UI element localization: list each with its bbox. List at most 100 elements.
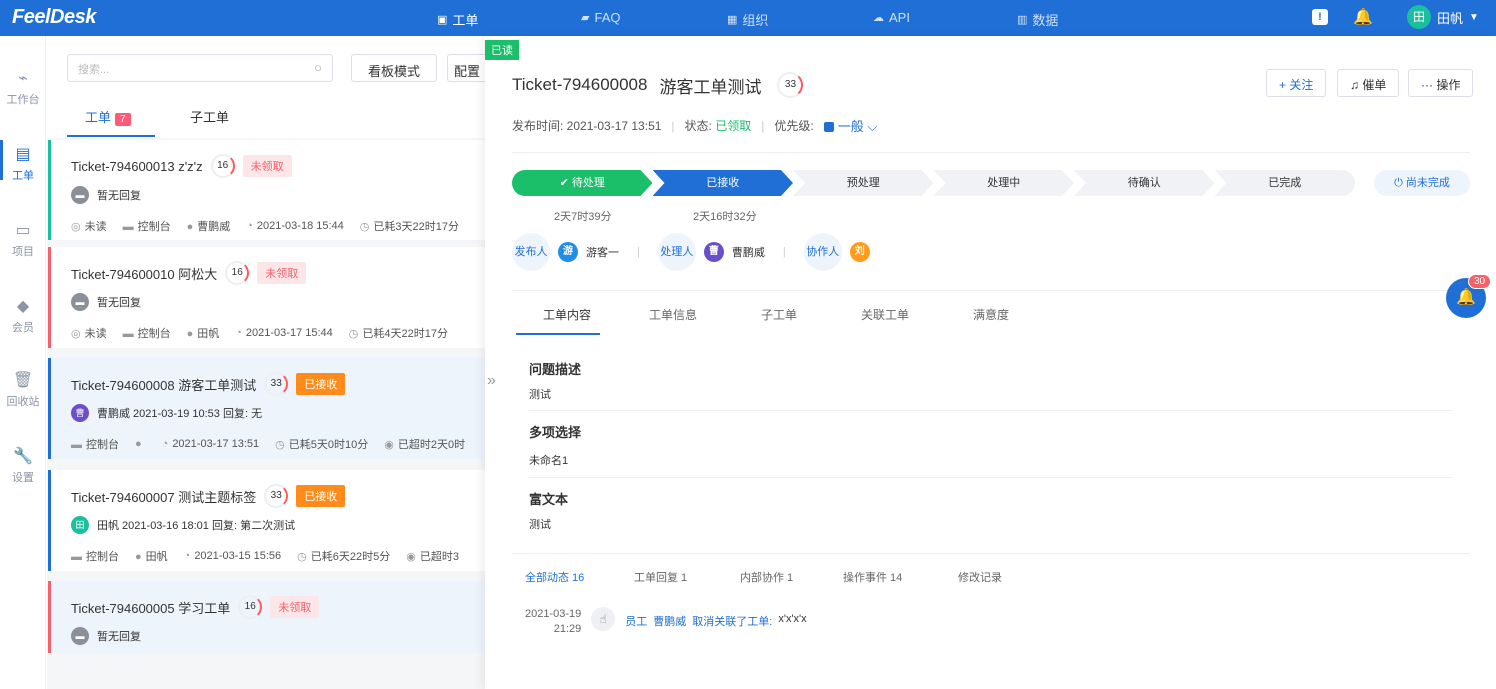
user-icon: ● bbox=[135, 551, 142, 563]
tab-tickets[interactable]: 工单 7 bbox=[85, 107, 131, 126]
diamond-icon: ◆ bbox=[16, 298, 30, 315]
user-icon: ● bbox=[135, 438, 142, 450]
hand-icon: ☝ bbox=[591, 607, 616, 631]
notification-count-badge: 30 bbox=[1468, 274, 1492, 289]
operations-button[interactable]: ··· 操作 bbox=[1408, 69, 1474, 97]
section-title: 多项选择 bbox=[529, 425, 582, 440]
section-title: 富文本 bbox=[529, 492, 569, 507]
ticket-icon: ▤ bbox=[15, 146, 31, 163]
score-ring: 16 bbox=[238, 595, 263, 619]
ticket-card[interactable]: Ticket-794600007 测试主题标签 33 已接收 田田帆 2021-03… bbox=[48, 470, 487, 571]
tab-info[interactable]: 工单信息 bbox=[649, 306, 697, 323]
tab-related[interactable]: 关联工单 bbox=[861, 306, 909, 323]
timer-icon: ◷ bbox=[359, 221, 370, 233]
tab-events[interactable]: 操作事件 14 bbox=[843, 569, 902, 585]
section-value: 测试 bbox=[529, 389, 551, 401]
api-icon: ☁ bbox=[873, 12, 884, 24]
sidebar-item-dashboard[interactable]: ⌁ 工作台 bbox=[0, 68, 46, 107]
unfinished-button[interactable]: ⏻ 尚未完成 bbox=[1374, 170, 1470, 196]
ticket-list-pane: 搜索... ○ 看板模式 配置 工单 7 子工单 Ticket-794600013 … bbox=[47, 36, 487, 689]
sidebar-item-members[interactable]: ◆ 会员 bbox=[0, 296, 46, 335]
ticket-card[interactable]: Ticket-794600010 阿松大 16 未领取 ▬ 暂无回复 ◎ 未读 ▬ 控制台… bbox=[48, 247, 487, 348]
sidebar-item-tickets[interactable]: ▤ 工单 bbox=[0, 140, 46, 183]
card-meta: ◎ 未读 ▬ 控制台 ● 田帆 ◔ 2021-03-17 15:44 ◷ 已耗4天22时1… bbox=[71, 327, 448, 340]
urge-button[interactable]: ♫ 催单 bbox=[1337, 69, 1400, 97]
tab-satisfaction[interactable]: 满意度 bbox=[973, 306, 1009, 323]
timer-icon: ◷ bbox=[348, 328, 359, 340]
tab-all-activity[interactable]: 全部动态 16 bbox=[525, 569, 584, 585]
config-button[interactable]: 配置 bbox=[447, 54, 487, 82]
status-badge: 未领取 bbox=[257, 262, 307, 284]
priority-color-icon bbox=[823, 122, 834, 132]
card-title-row: Ticket-794600005 学习工单 16 未领取 bbox=[71, 595, 320, 619]
nav-faq[interactable]: ▰ FAQ bbox=[581, 10, 620, 25]
avatar: 曹 bbox=[703, 242, 724, 262]
ticket-card[interactable]: Ticket-794600005 学习工单 16 未领取 ▬ 暂无回复 bbox=[48, 581, 487, 653]
collapse-panel-icon[interactable]: » bbox=[487, 372, 496, 390]
bell-icon: 🔔 bbox=[1456, 289, 1476, 306]
faq-icon: ▰ bbox=[581, 12, 590, 24]
count-badge: 7 bbox=[115, 113, 131, 126]
score-ring: 16 bbox=[225, 261, 250, 285]
clock-icon: ◔ bbox=[161, 438, 169, 450]
priority-select[interactable]: 一般 ⌵ bbox=[823, 116, 877, 135]
tab-internal[interactable]: 内部协作 1 bbox=[740, 569, 793, 585]
publisher-name[interactable]: 游客一 bbox=[586, 244, 619, 260]
tab-content[interactable]: 工单内容 bbox=[543, 306, 591, 323]
step-done: 已完成 bbox=[1214, 170, 1355, 196]
nav-data[interactable]: ▥ 数据 bbox=[1017, 10, 1058, 29]
card-title-row: Ticket-794600007 测试主题标签 33 已接收 bbox=[71, 484, 346, 508]
avatar: 游 bbox=[558, 242, 578, 262]
trash-icon: 🗑 bbox=[12, 372, 34, 389]
notification-button[interactable]: 🔔 bbox=[1353, 7, 1373, 27]
org-icon: ▦ bbox=[727, 14, 738, 26]
card-reply: ▬ 暂无回复 bbox=[71, 627, 141, 645]
chart-icon: ▥ bbox=[1017, 14, 1028, 26]
sidebar-item-settings[interactable]: 🔧 设置 bbox=[0, 446, 46, 485]
dashboard-icon: ⌁ bbox=[18, 70, 28, 87]
nav-api[interactable]: ☁ API bbox=[873, 10, 910, 25]
app-logo[interactable]: FeelDesk bbox=[12, 6, 96, 29]
card-meta: ▬ 控制台 ● ◔ 2021-03-17 13:51 ◷ 已耗5天0时10分 ◉ 已超时… bbox=[71, 438, 466, 451]
ticket-card[interactable]: Ticket-794600008 游客工单测试 33 已接收 曹曹鹏威 2021-0… bbox=[48, 358, 487, 459]
list-tabs: 工单 7 子工单 bbox=[47, 88, 487, 138]
handler-name[interactable]: 曹鹏威 bbox=[732, 244, 765, 260]
tab-subtickets[interactable]: 子工单 bbox=[761, 306, 797, 323]
card-reply: ▬ 暂无回复 bbox=[71, 186, 141, 204]
section-value: 未命名1 bbox=[529, 455, 569, 467]
monitor-icon: ▬ bbox=[71, 551, 82, 563]
kanban-mode-button[interactable]: 看板模式 bbox=[351, 54, 438, 82]
sidebar-item-trash[interactable]: 🗑 回收站 bbox=[0, 370, 46, 409]
divider bbox=[512, 290, 1470, 291]
search-input[interactable]: 搜索... ○ bbox=[67, 54, 333, 82]
active-tab-indicator bbox=[67, 135, 155, 137]
bell-icon: ♫ bbox=[1350, 78, 1363, 92]
tab-history[interactable]: 修改记录 bbox=[958, 569, 1002, 585]
ticket-subject: 游客工单测试 bbox=[659, 77, 762, 97]
monitor-icon: ▬ bbox=[71, 439, 82, 451]
tab-replies[interactable]: 工单回复 1 bbox=[634, 569, 687, 585]
nav-tickets[interactable]: ▣ 工单 bbox=[437, 10, 478, 29]
nav-org[interactable]: ▦ 组织 bbox=[727, 10, 768, 29]
sidebar-item-projects[interactable]: ▭ 项目 bbox=[0, 220, 46, 259]
avatar: 田 bbox=[71, 516, 89, 534]
active-tab-indicator bbox=[516, 333, 600, 335]
eye-icon: ◎ bbox=[71, 221, 81, 233]
avatar: 曹 bbox=[71, 404, 89, 422]
score-ring: 33 bbox=[777, 72, 804, 98]
follow-button[interactable]: + 关注 bbox=[1266, 69, 1327, 97]
clock-icon: ◔ bbox=[246, 220, 253, 232]
avatar[interactable]: 刘 bbox=[849, 242, 870, 262]
timer-icon: ◷ bbox=[297, 551, 307, 563]
clock-icon: ◔ bbox=[183, 550, 191, 562]
user-name: 田帆 bbox=[1437, 10, 1464, 26]
card-meta: ◎ 未读 ▬ 控制台 ● 曹鹏威 ◔ 2021-03-18 15:44 ◷ 已耗3天22时… bbox=[71, 220, 459, 233]
step-pending: ✔ 待处理 bbox=[512, 170, 653, 196]
power-icon: ⏻ bbox=[1394, 177, 1406, 189]
user-menu[interactable]: 田 田帆 ▼ bbox=[1407, 5, 1479, 29]
comment-icon: ▬ bbox=[71, 293, 89, 311]
ticket-card[interactable]: Ticket-794600013 z'z'z 16 未领取 ▬ 暂无回复 ◎ 未读 ▬ 控… bbox=[48, 140, 487, 240]
bell-icon: 🔔 bbox=[1353, 9, 1373, 26]
message-button[interactable]: ! bbox=[1312, 9, 1328, 25]
tab-subtickets[interactable]: 子工单 bbox=[190, 107, 229, 126]
